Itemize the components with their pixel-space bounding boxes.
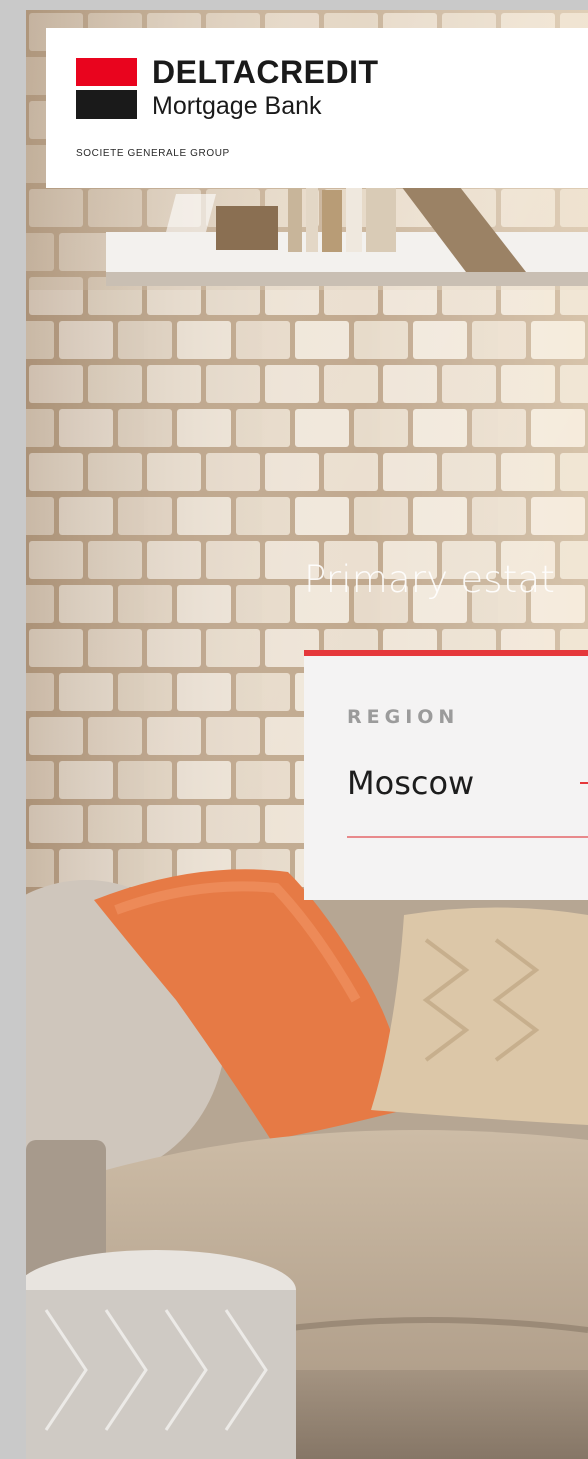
brand-group: SOCIETE GENERALE GROUP bbox=[76, 148, 230, 159]
logo-divider bbox=[76, 86, 137, 90]
region-select[interactable]: Moscow bbox=[347, 764, 474, 802]
brand-name: DELTACREDIT bbox=[152, 54, 379, 90]
logo-black-block bbox=[76, 88, 137, 119]
hero-title: Primary estat bbox=[304, 558, 556, 601]
page-frame: DELTACREDIT Mortgage Bank SOCIETE GENERA… bbox=[26, 10, 588, 1459]
societe-generale-logo-icon[interactable] bbox=[76, 58, 137, 119]
region-underline bbox=[347, 836, 588, 838]
brand-header: DELTACREDIT Mortgage Bank SOCIETE GENERA… bbox=[46, 28, 588, 188]
logo-red-block bbox=[76, 58, 137, 88]
chevron-down-icon[interactable] bbox=[580, 782, 588, 784]
region-label: REGION bbox=[347, 706, 460, 728]
brand-subtitle: Mortgage Bank bbox=[152, 92, 322, 120]
region-select-card: REGION Moscow bbox=[304, 650, 588, 900]
